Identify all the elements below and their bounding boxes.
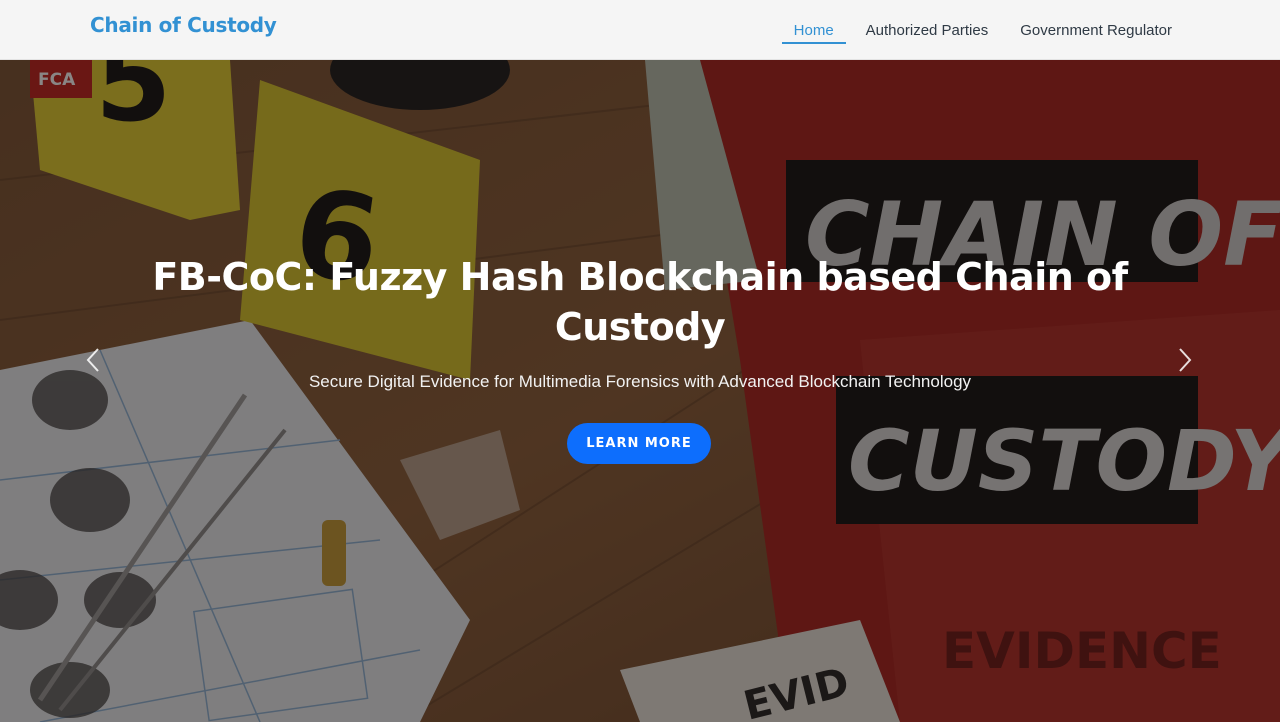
nav-list: Home Authorized Parties Government Regul… [774, 0, 1184, 60]
carousel-next-button[interactable] [1170, 340, 1200, 380]
nav-link-home[interactable]: Home [781, 4, 846, 56]
hero-content: FB-CoC: Fuzzy Hash Blockchain based Chai… [0, 60, 1280, 722]
chevron-right-icon [1179, 348, 1192, 372]
hero-title: FB-CoC: Fuzzy Hash Blockchain based Chai… [152, 255, 1128, 349]
brand-logo[interactable]: Chain of Custody [90, 13, 277, 37]
navbar: Chain of Custody Home Authorized Parties… [0, 0, 1280, 60]
hero-subtitle: Secure Digital Evidence for Multimedia F… [308, 372, 972, 391]
hero-carousel: CHAIN OF CUSTODY EVIDENCE EVID 5 [0, 60, 1280, 722]
learn-more-button[interactable]: LEARN MORE [567, 423, 711, 464]
chevron-left-icon [86, 348, 99, 372]
carousel-prev-button[interactable] [78, 340, 108, 380]
nav-link-authorized-parties[interactable]: Authorized Parties [854, 4, 1001, 56]
nav-item-government-regulator: Government Regulator [1000, 4, 1184, 56]
nav-item-home: Home [774, 4, 846, 56]
nav-item-authorized-parties: Authorized Parties [846, 4, 1001, 56]
nav-link-government-regulator[interactable]: Government Regulator [1008, 4, 1184, 56]
